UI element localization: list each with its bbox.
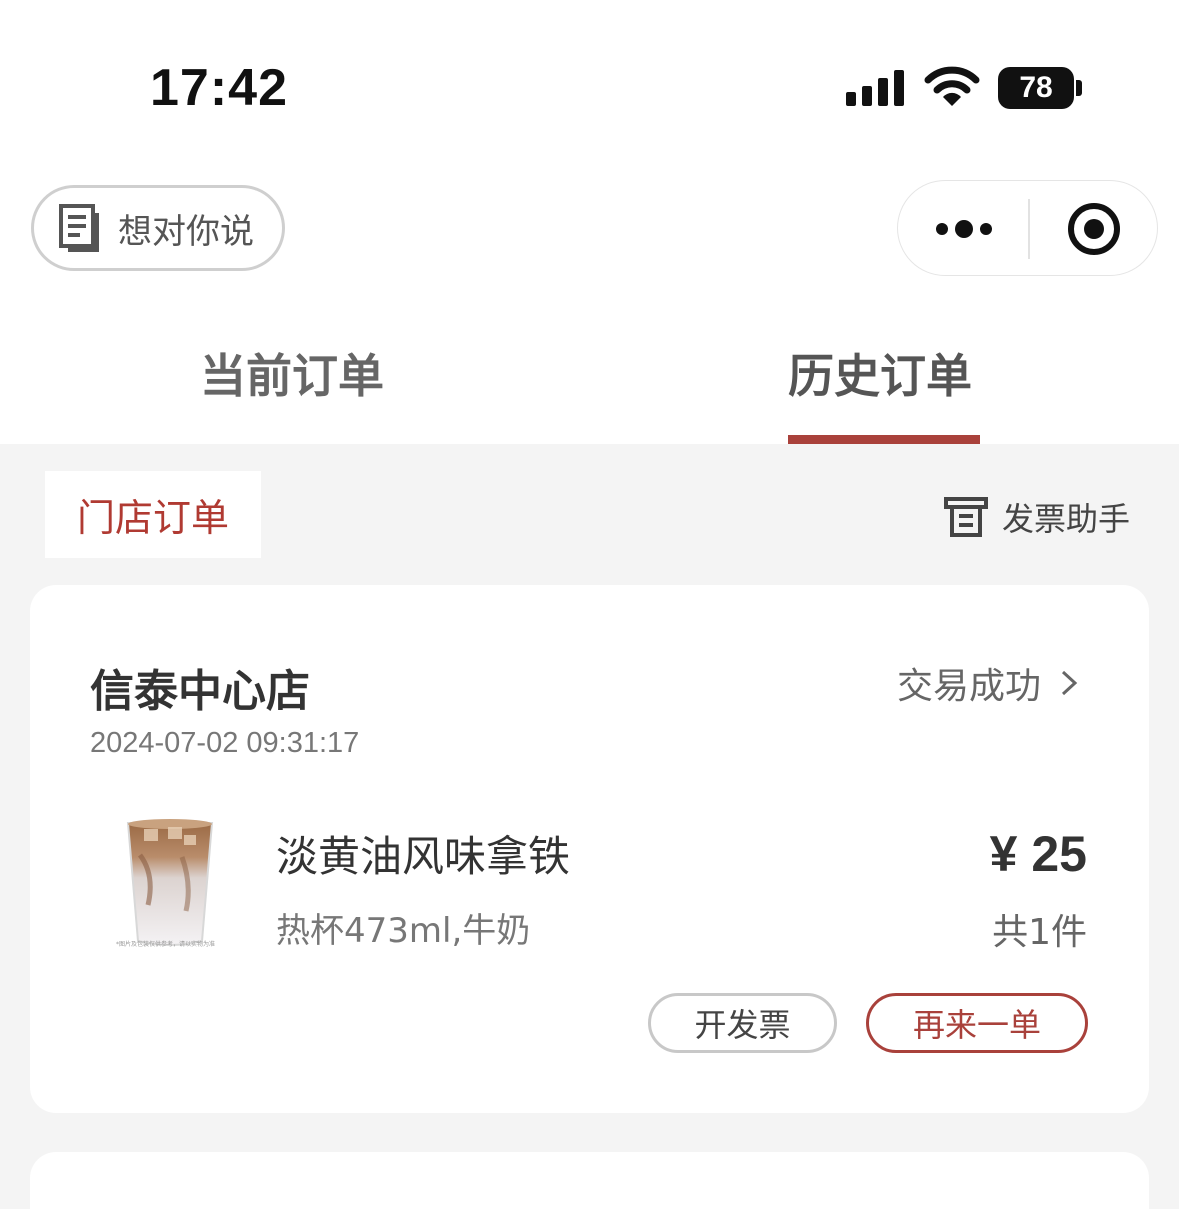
reorder-button[interactable]: 再来一单 bbox=[866, 993, 1088, 1053]
iced-latte-product-image bbox=[126, 819, 214, 946]
notes-icon bbox=[59, 204, 99, 252]
top-header: 17:42 78 想对你说 当前订单 历史订单 bbox=[0, 0, 1179, 444]
chevron-right-icon bbox=[1061, 670, 1078, 696]
store-name: 信泰中心店 bbox=[90, 666, 310, 717]
product-name: 淡黄油风味拿铁 bbox=[276, 832, 571, 881]
battery-level: 78 bbox=[1019, 71, 1053, 104]
battery-icon: 78 bbox=[998, 67, 1074, 109]
cellular-signal-icon bbox=[846, 70, 906, 106]
order-status-label: 交易成功 bbox=[896, 666, 1041, 707]
miniprogram-capsule bbox=[897, 180, 1158, 276]
active-tab-indicator bbox=[788, 435, 980, 444]
wifi-icon bbox=[924, 66, 980, 106]
issue-invoice-button[interactable]: 开发票 bbox=[648, 993, 837, 1053]
order-price: ¥ 25 bbox=[989, 826, 1087, 882]
invoice-helper-button[interactable]: 发票助手 bbox=[944, 494, 1130, 540]
product-image-note: *图片及包装仅供参考，请以实物为准 bbox=[116, 941, 216, 948]
order-card[interactable]: 信泰中心店 交易成功 2024-07-02 09:31:17 *图片及包装仅供参… bbox=[30, 585, 1149, 1113]
feedback-button[interactable]: 想对你说 bbox=[31, 185, 285, 271]
battery-cap bbox=[1076, 80, 1082, 96]
invoice-helper-label: 发票助手 bbox=[1002, 500, 1131, 538]
invoice-printer-icon bbox=[944, 497, 988, 537]
more-icon[interactable] bbox=[934, 215, 994, 243]
store-orders-tab[interactable]: 门店订单 bbox=[45, 471, 261, 558]
order-status[interactable]: 交易成功 bbox=[897, 657, 1079, 709]
status-time: 17:42 bbox=[150, 59, 288, 117]
product-spec: 热杯473ml,牛奶 bbox=[276, 911, 531, 951]
tab-history-orders[interactable]: 历史订单 bbox=[788, 340, 972, 406]
next-order-card[interactable] bbox=[30, 1152, 1149, 1209]
order-item-count: 共1件 bbox=[992, 912, 1087, 953]
order-time: 2024-07-02 09:31:17 bbox=[90, 727, 360, 759]
tab-current-orders[interactable]: 当前订单 bbox=[200, 340, 384, 406]
capsule-divider bbox=[1028, 199, 1030, 259]
feedback-label: 想对你说 bbox=[118, 211, 254, 252]
close-miniprogram-icon[interactable] bbox=[1066, 201, 1122, 257]
